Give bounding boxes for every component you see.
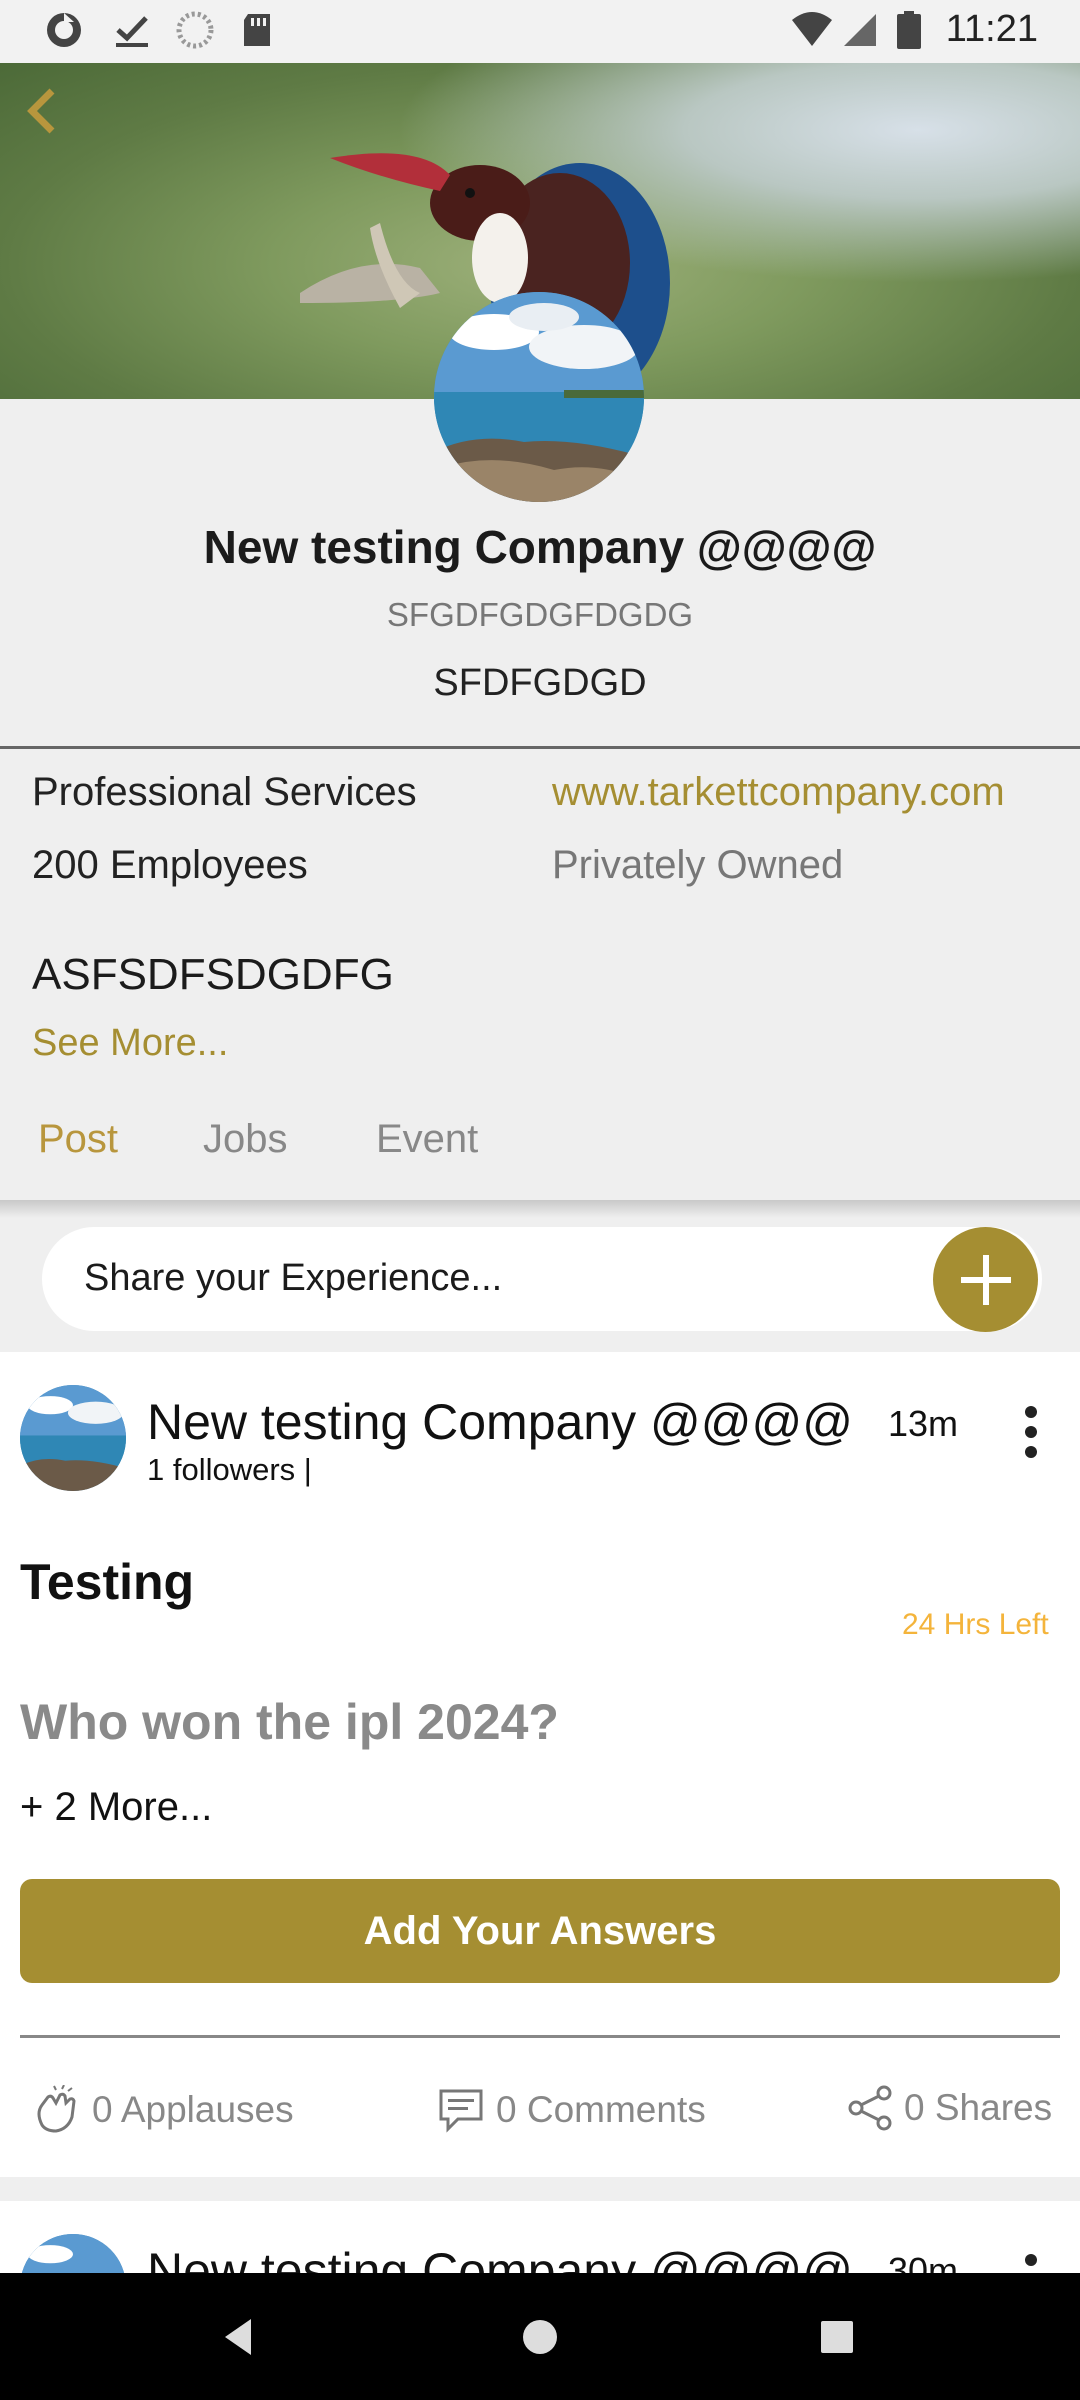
wifi-icon [792,12,832,46]
about-text: ASFSDFSDGDFG [32,950,394,999]
clock-time: 11:21 [945,8,1038,50]
company-name: New testing Company @@@@ [203,521,877,573]
share-button[interactable]: 0 Shares [848,2085,1052,2131]
comments-button[interactable]: 0 Comments [436,2085,706,2135]
share-placeholder[interactable]: Share your Experience... [84,1257,502,1300]
poll-question: Who won the ipl 2024? [20,1694,559,1750]
tabs-shadow [0,1200,1080,1218]
share-icon [848,2085,892,2131]
see-more-link[interactable]: See More... [32,1022,228,1065]
website-link[interactable]: www.tarkettcompany.com [552,770,1005,815]
system-navigation-bar [0,2273,1080,2400]
plus-icon [961,1255,1011,1305]
applause-button[interactable]: 0 Applauses [32,2085,294,2135]
comment-icon [439,2089,483,2133]
add-post-button[interactable] [933,1227,1038,1332]
signal-icon [844,14,876,46]
clap-icon [37,2085,76,2133]
nav-recents-icon[interactable] [813,2313,861,2361]
seascape-image [434,292,644,502]
shares-count: 0 Shares [904,2087,1053,2128]
back-arrow-icon[interactable] [18,81,68,141]
industry-text: Professional Services [32,770,417,814]
nav-back-icon[interactable] [215,2313,263,2361]
followers-count: 1 followers | [147,1452,312,1487]
applause-count: 0 Applauses [92,2089,294,2130]
sync-icon [47,13,81,47]
loading-icon [176,11,214,49]
company-logo-avatar [434,292,644,502]
tab-post[interactable]: Post [38,1117,118,1162]
status-bar: 11:21 [0,0,1080,63]
ownership-type: Privately Owned [552,843,844,887]
tab-event[interactable]: Event [376,1117,478,1162]
divider [0,746,1080,749]
more-vert-icon[interactable] [1016,1402,1046,1462]
post-title: Testing [20,1554,195,1610]
divider [20,2035,1060,2038]
seascape-image [20,1385,126,1491]
more-options-link[interactable]: + 2 More... [20,1785,212,1830]
company-tagline: SFDFGDGD [433,662,647,704]
time-left-badge: 24 Hrs Left [902,1608,1049,1641]
employees-count: 200 Employees [32,843,308,887]
nav-home-icon[interactable] [516,2313,564,2361]
battery-icon [897,11,921,49]
comments-count: 0 Comments [496,2089,706,2130]
post-author-name[interactable]: New testing Company @@@@ [147,1393,853,1451]
tab-jobs[interactable]: Jobs [203,1117,288,1162]
download-done-icon [116,16,148,47]
sd-card-icon [244,14,270,46]
post-time: 13m [888,1403,959,1444]
company-code: SFGDFGDGFDGDG [386,596,694,633]
add-answers-button[interactable]: Add Your Answers [20,1879,1060,1983]
avatar[interactable] [20,1385,126,1491]
